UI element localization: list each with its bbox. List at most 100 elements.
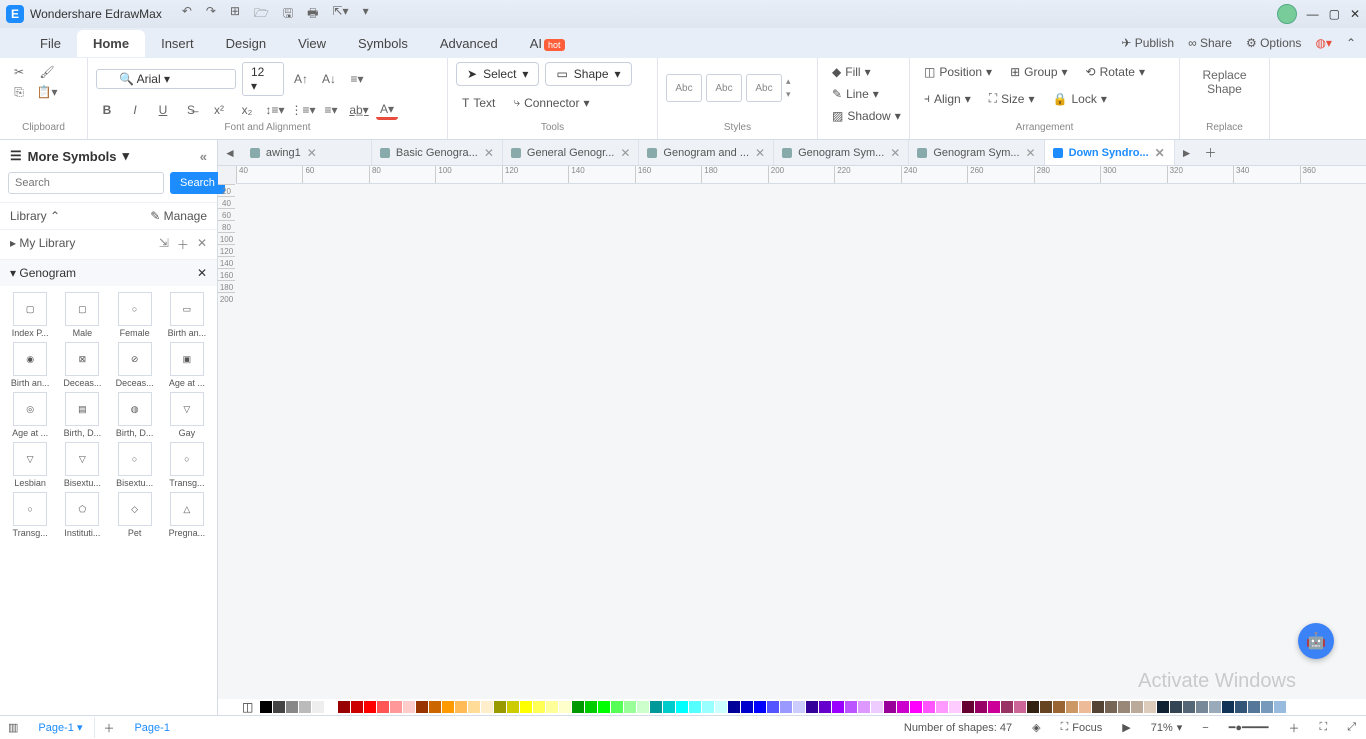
color-swatch[interactable] (1066, 701, 1078, 713)
close-icon[interactable]: ✕ (620, 146, 630, 160)
subscript-icon[interactable]: x₂ (236, 100, 258, 120)
align-button[interactable]: ⫞ Align▾ (918, 88, 977, 109)
cut-icon[interactable]: ✂ (8, 62, 30, 82)
style-preset-3[interactable]: Abc (746, 74, 782, 102)
manage-button[interactable]: ✎ Manage (150, 209, 207, 223)
collapse-panel-icon[interactable]: « (200, 149, 207, 164)
shape-item[interactable]: ○Transg... (6, 492, 54, 538)
increase-font-icon[interactable]: A↑ (290, 69, 312, 89)
color-swatch[interactable] (741, 701, 753, 713)
shape-item[interactable]: ▤Birth, D... (58, 392, 106, 438)
export-icon[interactable]: ⇱▾ (332, 4, 348, 25)
share-button[interactable]: ∞ Share (1188, 36, 1232, 50)
menu-ai[interactable]: AIhot (514, 30, 581, 57)
connector-tool-button[interactable]: ⤷ Connector ▾ (507, 92, 595, 113)
color-swatch[interactable] (390, 701, 402, 713)
paste-icon[interactable]: 📋▾ (36, 82, 58, 102)
eyedropper-icon[interactable]: ◫ (242, 700, 253, 714)
color-swatch[interactable] (533, 701, 545, 713)
italic-icon[interactable]: I (124, 100, 146, 120)
color-swatch[interactable] (663, 701, 675, 713)
shape-item[interactable]: ○Transg... (163, 442, 211, 488)
underline-icon[interactable]: U (152, 100, 174, 120)
menu-view[interactable]: View (282, 30, 342, 57)
close-icon[interactable]: ✕ (484, 146, 494, 160)
play-icon[interactable]: ▶ (1112, 721, 1140, 734)
color-swatch[interactable] (442, 701, 454, 713)
bullets-icon[interactable]: ⋮≡▾ (292, 100, 314, 120)
replace-shape-button[interactable]: Replace Shape (1188, 62, 1261, 96)
style-down-icon[interactable]: ▾ (786, 89, 791, 100)
copy-icon[interactable]: ⎘ (8, 82, 30, 102)
color-swatch[interactable] (936, 701, 948, 713)
close-icon[interactable]: ✕ (1155, 146, 1165, 160)
shape-item[interactable]: ▽Gay (163, 392, 211, 438)
save-icon[interactable]: 🖫 (283, 4, 293, 25)
color-swatch[interactable] (1053, 701, 1065, 713)
redo-icon[interactable]: ↷ (206, 4, 216, 25)
color-swatch[interactable] (819, 701, 831, 713)
page-tab-selector[interactable]: Page-1 ▾ (26, 717, 95, 738)
shape-item[interactable]: ○Female (111, 292, 159, 338)
color-swatch[interactable] (676, 701, 688, 713)
bold-icon[interactable]: B (96, 100, 118, 120)
group-button[interactable]: ⊞ Group▾ (1004, 62, 1073, 82)
color-swatch[interactable] (754, 701, 766, 713)
fullscreen-icon[interactable]: ⤢ (1337, 721, 1366, 734)
color-swatch[interactable] (273, 701, 285, 713)
doctab-4[interactable]: Genogram Sym...✕ (774, 140, 909, 165)
color-swatch[interactable] (1001, 701, 1013, 713)
fill-button[interactable]: ◆ Fill ▾ (826, 62, 901, 82)
color-swatch[interactable] (1144, 701, 1156, 713)
add-page-icon[interactable]: ＋ (95, 720, 122, 736)
color-swatch[interactable] (325, 701, 337, 713)
color-swatch[interactable] (468, 701, 480, 713)
tab-add-icon[interactable]: ＋ (1199, 144, 1223, 161)
close-icon[interactable]: ✕ (1350, 7, 1360, 21)
fit-page-icon[interactable]: ⛶ (1309, 721, 1337, 734)
collapse-ribbon-icon[interactable]: ⌃ (1346, 36, 1356, 50)
style-up-icon[interactable]: ▴ (786, 76, 791, 87)
doctab-1[interactable]: Basic Genogra...✕ (372, 140, 503, 165)
close-icon[interactable]: ✕ (755, 146, 765, 160)
color-swatch[interactable] (351, 701, 363, 713)
menu-design[interactable]: Design (210, 30, 282, 57)
color-swatch[interactable] (260, 701, 272, 713)
color-swatch[interactable] (1079, 701, 1091, 713)
section-close-icon[interactable]: ✕ (197, 266, 207, 280)
zoom-slider[interactable]: ━●━━━━ (1219, 721, 1279, 734)
color-swatch[interactable] (832, 701, 844, 713)
import-icon[interactable]: ⇲ (159, 236, 169, 253)
section-genogram-toggle[interactable]: ▾ Genogram (10, 266, 76, 280)
shape-item[interactable]: △Pregna... (163, 492, 211, 538)
shape-item[interactable]: ▭Birth an... (163, 292, 211, 338)
font-size-select[interactable]: 12 ▾ (242, 62, 284, 96)
color-swatch[interactable] (1118, 701, 1130, 713)
decrease-font-icon[interactable]: A↓ (318, 69, 340, 89)
color-swatch[interactable] (1209, 701, 1221, 713)
font-family-select[interactable]: 🔍 Arial ▾ (96, 69, 236, 89)
color-swatch[interactable] (949, 701, 961, 713)
color-swatch[interactable] (975, 701, 987, 713)
shape-item[interactable]: ▽Bisextu... (58, 442, 106, 488)
color-swatch[interactable] (559, 701, 571, 713)
color-swatch[interactable] (780, 701, 792, 713)
doctab-0[interactable]: awing1✕ (242, 140, 372, 165)
strikethrough-icon[interactable]: S̶ (180, 100, 202, 120)
color-swatch[interactable] (897, 701, 909, 713)
color-swatch[interactable] (793, 701, 805, 713)
select-tool-button[interactable]: ➤ Select ▾ (456, 62, 539, 86)
remove-icon[interactable]: ✕ (197, 236, 207, 253)
menu-file[interactable]: File (24, 30, 77, 57)
menu-symbols[interactable]: Symbols (342, 30, 424, 57)
doctab-2[interactable]: General Genogr...✕ (503, 140, 640, 165)
color-swatch[interactable] (481, 701, 493, 713)
shape-item[interactable]: ⊘Deceas... (111, 342, 159, 388)
print-icon[interactable]: 🖶 (307, 4, 318, 25)
close-icon[interactable]: ✕ (1026, 146, 1036, 160)
color-swatch[interactable] (520, 701, 532, 713)
shape-item[interactable]: ▽Lesbian (6, 442, 54, 488)
color-swatch[interactable] (728, 701, 740, 713)
color-swatch[interactable] (1196, 701, 1208, 713)
more-icon[interactable]: ▾ (363, 4, 369, 25)
